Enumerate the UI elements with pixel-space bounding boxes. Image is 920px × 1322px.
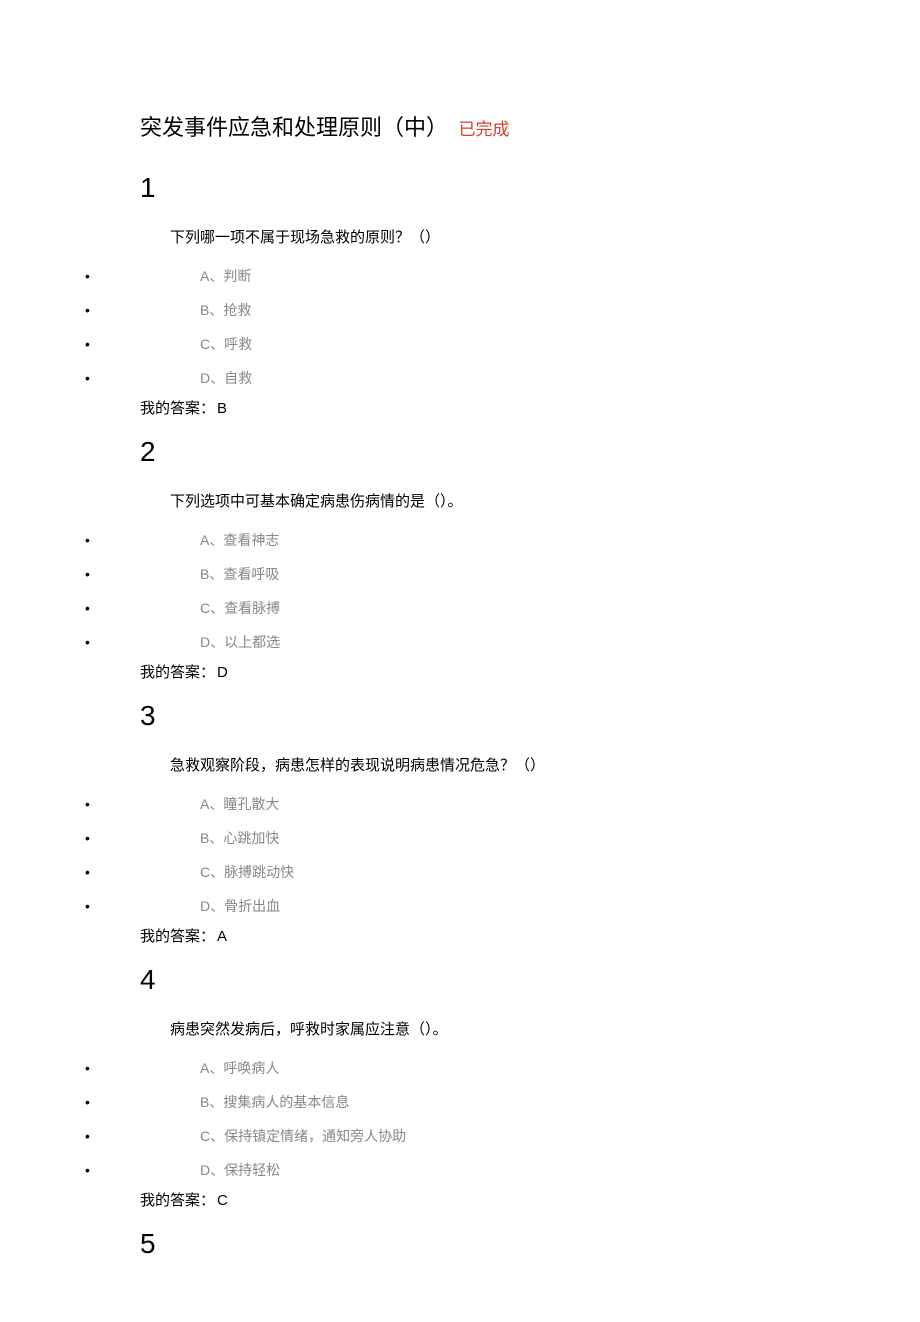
list-item: B、查看呼吸 [140,557,920,591]
option-label: A、 [200,1060,223,1076]
option-label: C、 [200,864,224,880]
question-text: 急救观察阶段，病患怎样的表现说明病患情况危急？（） [140,754,920,775]
page-title: 突发事件应急和处理原则（中） [140,115,448,140]
option-label: B、 [200,302,223,318]
document-content: 突发事件应急和处理原则（中） 已完成 1 下列哪一项不属于现场急救的原则？（） … [0,110,920,1260]
option-text: 呼救 [224,336,252,352]
answer-label: 我的答案： [140,1192,215,1209]
option-label: C、 [200,1128,224,1144]
list-item: D、骨折出血 [140,889,920,923]
list-item: A、呼唤病人 [140,1051,920,1085]
option-label: D、 [200,634,224,650]
question-text: 下列哪一项不属于现场急救的原则？（） [140,226,920,247]
option-text: 以上都选 [224,634,280,650]
option-text: 保持镇定情绪，通知旁人协助 [224,1128,406,1144]
list-item: C、保持镇定情绪，通知旁人协助 [140,1119,920,1153]
answer-label: 我的答案： [140,400,215,417]
option-text: 查看脉搏 [224,600,280,616]
answer-value: A [217,928,227,945]
list-item: B、搜集病人的基本信息 [140,1085,920,1119]
question-number: 2 [140,436,920,468]
option-text: 骨折出血 [224,898,280,914]
list-item: D、自救 [140,361,920,395]
list-item: B、抢救 [140,293,920,327]
question-text: 病患突然发病后，呼救时家属应注意（）。 [140,1018,920,1039]
option-text: 脉搏跳动快 [224,864,294,880]
option-label: D、 [200,1162,224,1178]
question-number: 1 [140,172,920,204]
list-item: D、以上都选 [140,625,920,659]
option-text: 查看神志 [223,532,279,548]
option-text: 保持轻松 [224,1162,280,1178]
list-item: C、查看脉搏 [140,591,920,625]
question-number: 4 [140,964,920,996]
option-text: 搜集病人的基本信息 [223,1094,349,1110]
answer-row: 我的答案：B [140,397,920,418]
status-badge: 已完成 [458,120,509,139]
list-item: A、查看神志 [140,523,920,557]
option-label: D、 [200,370,224,386]
title-row: 突发事件应急和处理原则（中） 已完成 [140,110,920,142]
option-label: A、 [200,796,223,812]
list-item: C、脉搏跳动快 [140,855,920,889]
option-label: A、 [200,268,223,284]
option-text: 查看呼吸 [223,566,279,582]
option-list: A、查看神志 B、查看呼吸 C、查看脉搏 D、以上都选 [140,523,920,659]
option-list: A、呼唤病人 B、搜集病人的基本信息 C、保持镇定情绪，通知旁人协助 D、保持轻… [140,1051,920,1187]
option-text: 抢救 [223,302,251,318]
option-text: 心跳加快 [223,830,279,846]
answer-row: 我的答案：C [140,1189,920,1210]
answer-value: B [217,400,227,417]
option-label: B、 [200,830,223,846]
option-label: B、 [200,566,223,582]
question-text: 下列选项中可基本确定病患伤病情的是（）。 [140,490,920,511]
list-item: A、瞳孔散大 [140,787,920,821]
list-item: A、判断 [140,259,920,293]
list-item: C、呼救 [140,327,920,361]
list-item: B、心跳加快 [140,821,920,855]
option-text: 呼唤病人 [223,1060,279,1076]
option-label: D、 [200,898,224,914]
list-item: D、保持轻松 [140,1153,920,1187]
option-text: 自救 [224,370,252,386]
question-number: 5 [140,1228,920,1260]
option-text: 瞳孔散大 [223,796,279,812]
option-label: C、 [200,600,224,616]
answer-value: C [217,1192,228,1209]
option-label: B、 [200,1094,223,1110]
option-label: C、 [200,336,224,352]
option-text: 判断 [223,268,251,284]
answer-row: 我的答案：A [140,925,920,946]
option-list: A、判断 B、抢救 C、呼救 D、自救 [140,259,920,395]
question-number: 3 [140,700,920,732]
answer-row: 我的答案：D [140,661,920,682]
option-label: A、 [200,532,223,548]
option-list: A、瞳孔散大 B、心跳加快 C、脉搏跳动快 D、骨折出血 [140,787,920,923]
answer-value: D [217,664,228,681]
answer-label: 我的答案： [140,664,215,681]
answer-label: 我的答案： [140,928,215,945]
